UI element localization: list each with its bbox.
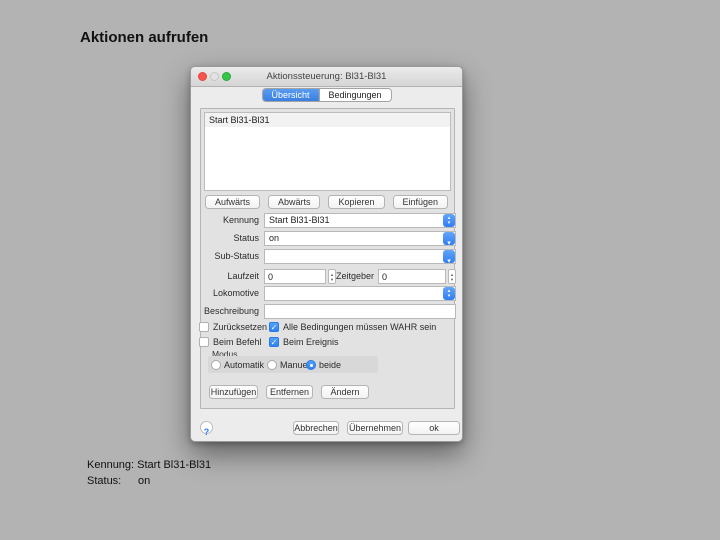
modus-manuell-option[interactable]: Manuell xyxy=(267,356,312,373)
status-chevron-down-icon[interactable]: ▾ xyxy=(443,232,455,245)
action-list[interactable]: Start Bl31-Bl31 xyxy=(204,112,451,191)
zoom-window-icon[interactable] xyxy=(222,72,231,81)
beim-ereignis-checkbox[interactable]: ✓ xyxy=(269,337,279,347)
tab-bedingungen[interactable]: Bedingungen xyxy=(318,89,390,101)
laufzeit-zeitgeber-row: Laufzeit ▴ ▾ Zeitgeber ▴ ▾ xyxy=(191,269,462,284)
radio-icon[interactable] xyxy=(267,360,277,370)
close-window-icon[interactable] xyxy=(198,72,207,81)
kennung-stepper-icon[interactable]: ▴ ▾ xyxy=(443,214,455,227)
substatus-chevron-down-icon[interactable]: ▾ xyxy=(443,250,455,263)
laufzeit-stepper-icon[interactable]: ▴ ▾ xyxy=(328,269,336,284)
aufwaerts-button[interactable]: Aufwärts xyxy=(205,195,260,209)
chevron-down-icon: ▾ xyxy=(447,240,451,247)
kennung-label: Kennung xyxy=(191,213,259,228)
radio-selected-icon[interactable] xyxy=(306,360,316,370)
status-row: Status on ▾ xyxy=(191,231,462,246)
footer-kennung-line: Kennung: Start Bl31-Bl31 xyxy=(87,457,211,473)
substatus-popup[interactable]: ▾ xyxy=(264,249,456,264)
zeitgeber-label: Zeitgeber xyxy=(336,269,373,284)
hinzufuegen-button[interactable]: Hinzufügen xyxy=(209,385,258,399)
chevron-down-icon: ▾ xyxy=(447,258,451,265)
checkbox-row-1: Zurücksetzen ✓ Alle Bedingungen müssen W… xyxy=(191,322,462,333)
titlebar[interactable]: Aktionssteuerung: Bl31-Bl31 xyxy=(191,67,462,87)
lokomotive-combobox[interactable]: ▴ ▾ xyxy=(264,286,456,301)
beim-ereignis-label: Beim Ereignis xyxy=(283,337,339,348)
beide-label: beide xyxy=(319,360,341,370)
slide-footer: Kennung: Start Bl31-Bl31 Status:on xyxy=(87,457,211,489)
tab-bar: Übersicht Bedingungen xyxy=(261,88,391,102)
beim-befehl-label: Beim Befehl xyxy=(213,337,262,348)
entfernen-button[interactable]: Entfernen xyxy=(266,385,313,399)
modus-radio-group: Automatik Manuell beide xyxy=(208,356,378,373)
zeitgeber-stepper-icon[interactable]: ▴ ▾ xyxy=(448,269,456,284)
radio-icon[interactable] xyxy=(211,360,221,370)
status-value: on xyxy=(265,232,455,245)
beschreibung-label: Beschreibung xyxy=(191,304,259,319)
arrow-down-icon: ▾ xyxy=(451,277,453,282)
uebernehmen-button[interactable]: Übernehmen xyxy=(347,421,403,435)
laufzeit-input[interactable] xyxy=(264,269,326,284)
zuruecksetzen-label: Zurücksetzen xyxy=(213,322,267,333)
window-title: Aktionssteuerung: Bl31-Bl31 xyxy=(191,67,462,87)
arrow-down-icon: ▾ xyxy=(448,294,451,299)
tab-uebersicht[interactable]: Übersicht xyxy=(262,89,318,101)
lokomotive-label: Lokomotive xyxy=(191,286,259,301)
beschreibung-row: Beschreibung xyxy=(191,304,462,319)
modus-automatik-option[interactable]: Automatik xyxy=(211,356,264,373)
lokomotive-stepper-icon[interactable]: ▴ ▾ xyxy=(443,287,455,300)
beschreibung-input[interactable] xyxy=(264,304,456,319)
arrow-down-icon: ▾ xyxy=(448,221,451,226)
footer-status-line: Status:on xyxy=(87,473,211,489)
automatik-label: Automatik xyxy=(224,360,264,370)
arrow-down-icon: ▾ xyxy=(331,277,333,282)
help-button[interactable]: ? xyxy=(200,421,213,434)
minimize-window-icon[interactable] xyxy=(210,72,219,81)
slide-title: Aktionen aufrufen xyxy=(80,29,208,46)
footer-status-label: Status: xyxy=(87,473,138,489)
kennung-row: Kennung Start Bl31-Bl31 ▴ ▾ xyxy=(191,213,462,228)
kopieren-button[interactable]: Kopieren xyxy=(328,195,384,209)
alle-bedingungen-checkbox[interactable]: ✓ xyxy=(269,322,279,332)
list-item[interactable]: Start Bl31-Bl31 xyxy=(205,113,450,127)
lokomotive-row: Lokomotive ▴ ▾ xyxy=(191,286,462,301)
checkbox-row-2: Beim Befehl ✓ Beim Ereignis xyxy=(191,337,462,348)
check-icon: ✓ xyxy=(270,338,278,348)
laufzeit-label: Laufzeit xyxy=(191,269,259,284)
help-icon: ? xyxy=(204,427,210,437)
zuruecksetzen-checkbox[interactable] xyxy=(199,322,209,332)
list-button-row: Aufwärts Abwärts Kopieren Einfügen xyxy=(191,195,462,209)
substatus-label: Sub-Status xyxy=(191,249,259,264)
status-popup[interactable]: on ▾ xyxy=(264,231,456,246)
modus-beide-option[interactable]: beide xyxy=(306,356,341,373)
kennung-combobox[interactable]: Start Bl31-Bl31 ▴ ▾ xyxy=(264,213,456,228)
footer-status-value: on xyxy=(138,475,150,487)
einfuegen-button[interactable]: Einfügen xyxy=(393,195,449,209)
aktionssteuerung-dialog: Aktionssteuerung: Bl31-Bl31 Übersicht Be… xyxy=(190,66,463,442)
aendern-button[interactable]: Ändern xyxy=(321,385,369,399)
abwaerts-button[interactable]: Abwärts xyxy=(268,195,321,209)
zeitgeber-input[interactable] xyxy=(378,269,446,284)
status-label: Status xyxy=(191,231,259,246)
ok-button[interactable]: ok xyxy=(408,421,460,435)
alle-bedingungen-label: Alle Bedingungen müssen WAHR sein xyxy=(283,322,436,333)
kennung-value: Start Bl31-Bl31 xyxy=(265,214,455,227)
check-icon: ✓ xyxy=(270,323,278,333)
beim-befehl-checkbox[interactable] xyxy=(199,337,209,347)
abbrechen-button[interactable]: Abbrechen xyxy=(293,421,339,435)
substatus-row: Sub-Status ▾ xyxy=(191,249,462,264)
